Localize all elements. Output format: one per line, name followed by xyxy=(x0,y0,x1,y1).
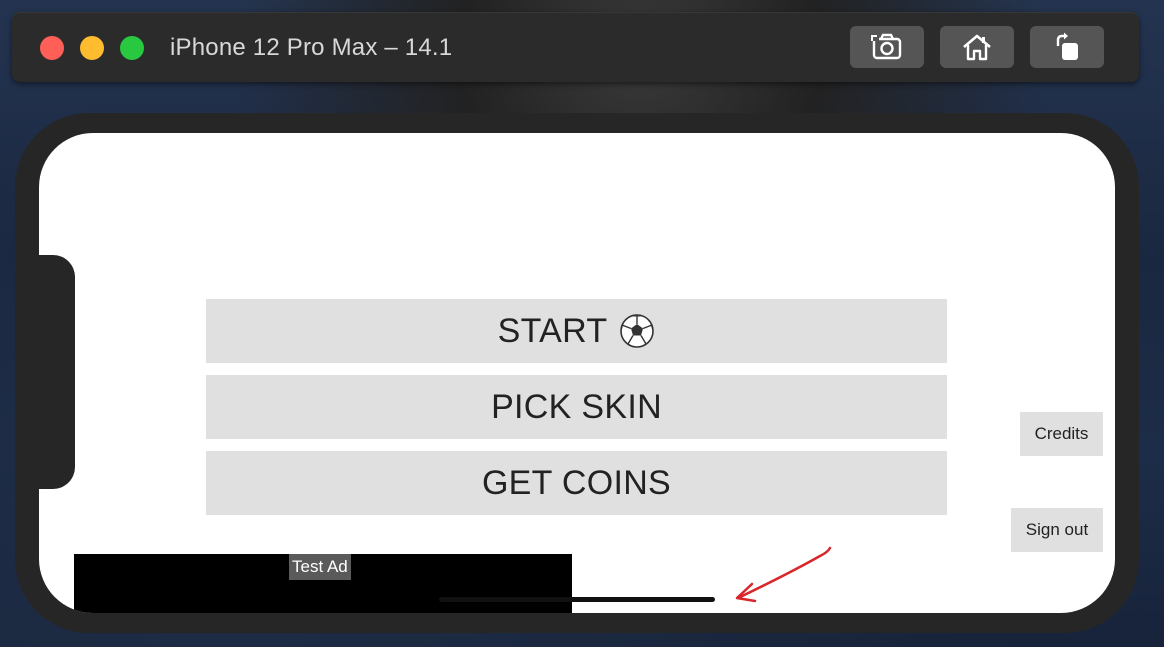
pick-skin-label: PICK SKIN xyxy=(491,387,662,426)
iphone-frame: START PICK SKIN GET COINS Credits Sign o… xyxy=(15,113,1139,633)
device-notch xyxy=(39,255,75,489)
pick-skin-button[interactable]: PICK SKIN xyxy=(206,375,947,439)
get-coins-label: GET COINS xyxy=(481,463,672,502)
rotate-icon xyxy=(1056,32,1078,60)
minimize-button[interactable] xyxy=(80,36,104,60)
home-indicator[interactable] xyxy=(439,597,715,602)
start-label: START xyxy=(497,311,608,350)
soccer-ball-icon xyxy=(620,314,655,348)
get-coins-button[interactable]: GET COINS xyxy=(206,451,947,515)
zoom-button[interactable] xyxy=(120,36,144,60)
screenshot-button[interactable] xyxy=(850,26,924,68)
rotate-button[interactable] xyxy=(1030,26,1104,68)
screenshot-icon xyxy=(871,33,902,60)
credits-button[interactable]: Credits xyxy=(1020,412,1103,456)
simulator-titlebar: iPhone 12 Pro Max – 14.1 xyxy=(12,12,1139,82)
start-button[interactable]: START xyxy=(206,299,947,363)
home-icon xyxy=(963,34,991,61)
home-button[interactable] xyxy=(940,26,1014,68)
sign-out-button[interactable]: Sign out xyxy=(1011,508,1103,552)
window-title: iPhone 12 Pro Max – 14.1 xyxy=(170,34,453,61)
credits-label: Credits xyxy=(1034,424,1089,443)
ad-banner[interactable]: Test Ad xyxy=(74,554,572,613)
sign-out-label: Sign out xyxy=(1025,520,1089,539)
close-button[interactable] xyxy=(40,36,64,60)
test-ad-label: Test Ad xyxy=(289,554,351,580)
app-screen: START PICK SKIN GET COINS Credits Sign o… xyxy=(39,133,1115,613)
annotation-arrow-icon xyxy=(735,546,832,603)
